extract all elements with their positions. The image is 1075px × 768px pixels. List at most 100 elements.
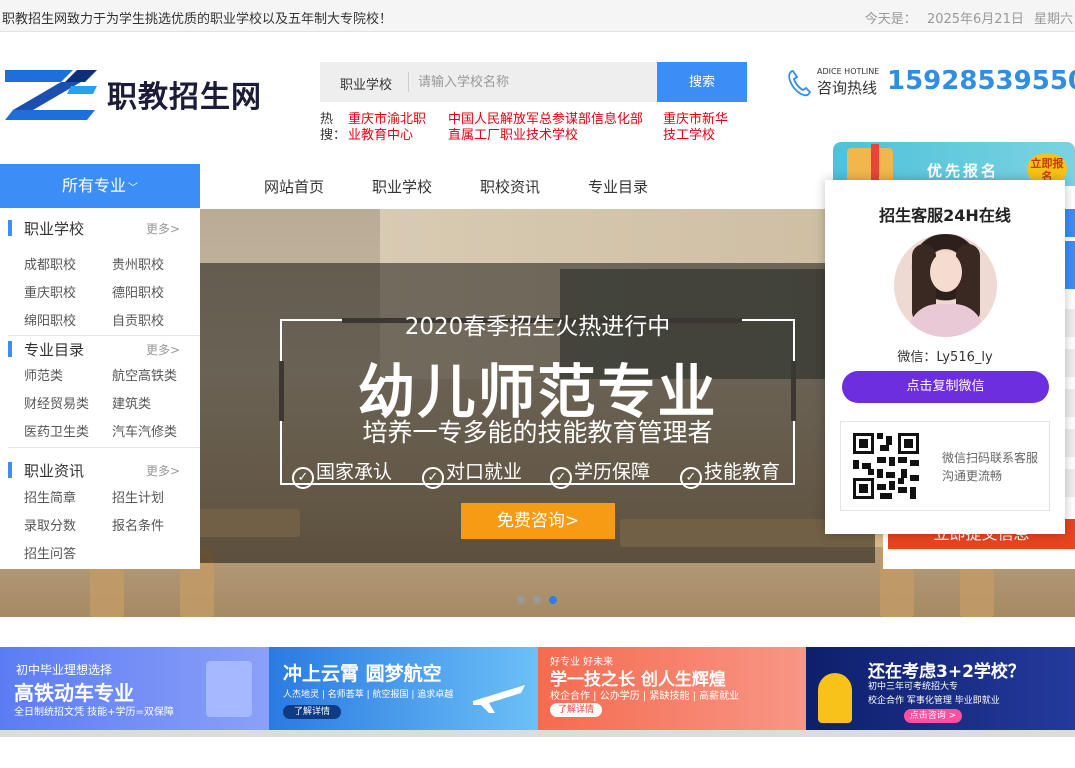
category-item[interactable]: 自贡职校 — [112, 310, 164, 329]
feature-item: ✓ 学历保障 — [550, 457, 650, 489]
hotline-number[interactable]: 15928539550 — [887, 66, 1075, 96]
nav-link-home[interactable]: 网站首页 — [264, 176, 324, 197]
carousel-dot-active[interactable] — [549, 596, 557, 604]
hot-search-link[interactable]: 重庆市渝北职业教育中心 — [348, 112, 436, 144]
category-title[interactable]: 职业学校 — [24, 218, 84, 239]
accent-bar — [8, 462, 12, 478]
all-categories-button[interactable]: 所有专业 ﹀ — [0, 164, 200, 208]
feature-item: ✓ 国家承认 — [292, 457, 392, 489]
airplane-icon — [473, 685, 525, 713]
category-item[interactable]: 财经贸易类 — [24, 393, 89, 412]
nav-link-schools[interactable]: 职业学校 — [372, 176, 432, 197]
nav-link-majors[interactable]: 专业目录 — [588, 176, 648, 197]
copy-wechat-button[interactable]: 点击复制微信 — [842, 371, 1049, 403]
divider — [8, 335, 200, 336]
more-link[interactable]: 更多> — [146, 220, 180, 237]
all-categories-label: 所有专业 — [61, 176, 126, 195]
hotline-label: 咨询热线 — [817, 79, 878, 97]
carousel-dot[interactable] — [533, 596, 541, 604]
feature-item: ✓ 技能教育 — [680, 457, 780, 489]
ad-line: 校企合作 军事化管理 毕业即就业 — [868, 696, 1000, 706]
category-item[interactable]: 航空高铁类 — [112, 365, 177, 384]
train-illustration-icon — [206, 661, 252, 717]
ad-banner-railway[interactable]: 初中毕业理想选择 高铁动车专业 全日制统招文凭 技能+学历=双保障 — [0, 647, 269, 730]
learn-more-button[interactable]: 了解详情 — [283, 705, 341, 719]
qr-box: 微信扫码联系客服沟通更流畅 — [840, 421, 1050, 511]
banner-text: 优先报名 — [927, 162, 1000, 180]
free-consult-button[interactable]: 免费咨询> — [461, 503, 615, 539]
category-item[interactable]: 德阳职校 — [112, 282, 164, 301]
consult-button[interactable]: 点击咨询 > — [904, 709, 962, 723]
site-slogan: 职教招生网致力于为学生挑选优质的职业学校以及五年制大专院校！ — [2, 12, 393, 27]
category-group-news: 职业资讯 更多> 招生简章 招生计划 录取分数 报名条件 招生问答 — [0, 460, 200, 568]
category-title[interactable]: 职业资讯 — [24, 460, 84, 481]
category-item[interactable]: 招生问答 — [24, 543, 76, 562]
weekday-value: 星期六 — [1033, 12, 1073, 27]
divider — [8, 447, 200, 448]
hero-overlay: 2020春季招生火热进行中 幼儿师范专业 培养一专多能的技能教育管理者 ✓ 国家承… — [200, 263, 875, 563]
ad-banner-skills[interactable]: 好专业 好未来 学一技之长 创人生辉煌 校企合作 | 公办学历 | 紧缺技能 |… — [538, 647, 806, 730]
qr-code-icon — [853, 433, 919, 499]
site-logo[interactable]: 职教招生网 — [3, 64, 273, 122]
ad-banner-3plus2[interactable]: 还在考虑3+2学校？ 初中三年可考统招大专 校企合作 军事化管理 毕业即就业 点… — [806, 647, 1075, 730]
carousel-dot[interactable] — [517, 596, 525, 604]
category-title[interactable]: 专业目录 — [24, 339, 84, 360]
nav-link-news[interactable]: 职校资讯 — [480, 176, 540, 197]
category-item[interactable]: 成都职校 — [24, 254, 76, 273]
hero-subtitle: 2020春季招生火热进行中 — [404, 314, 671, 340]
category-item[interactable]: 招生计划 — [112, 487, 164, 506]
date-display: 今天是： 2025年6月21日 星期六 — [865, 8, 1073, 27]
consult-hotline: ADICE HOTLINE 咨询热线 15928539550 — [786, 66, 1075, 100]
check-circle-icon: ✓ — [550, 467, 572, 489]
search-button[interactable]: 搜索 — [657, 62, 747, 102]
category-item[interactable]: 录取分数 — [24, 515, 76, 534]
check-circle-icon: ✓ — [292, 467, 314, 489]
hotline-en-label: ADICE HOTLINE — [817, 67, 880, 76]
date-label: 今天是： — [864, 12, 917, 27]
accent-bar — [8, 220, 12, 236]
qr-tip: 微信扫码联系客服沟通更流畅 — [942, 451, 1039, 483]
ad-line: 全日制统招文凭 技能+学历=双保障 — [14, 707, 174, 718]
learn-more-button[interactable]: 了解详情 — [550, 703, 602, 717]
hot-search-link[interactable]: 中国人民解放军总参谋部信息化部直属工厂职业技术学校 — [448, 112, 648, 144]
category-item[interactable]: 师范类 — [24, 365, 63, 384]
search-input[interactable] — [418, 67, 648, 97]
chevron-down-icon: ﹀ — [128, 183, 138, 194]
ad-banner-row: 初中毕业理想选择 高铁动车专业 全日制统招文凭 技能+学历=双保障 冲上云霄 圆… — [0, 647, 1075, 730]
category-item[interactable]: 重庆职校 — [24, 282, 76, 301]
category-item[interactable]: 汽车汽修类 — [112, 421, 177, 440]
ad-title: 冲上云霄 圆梦航空 — [283, 663, 442, 685]
category-group-header: 专业目录 更多> — [8, 339, 192, 359]
category-item[interactable]: 招生简章 — [24, 487, 76, 506]
hero-features: ✓ 国家承认 ✓ 对口就业 ✓ 学历保障 ✓ 技能教育 — [292, 457, 812, 489]
ad-banner-aviation[interactable]: 冲上云霄 圆梦航空 人杰地灵 | 名师荟萃 | 航空报国 | 追求卓越 了解详情 — [269, 647, 538, 730]
category-item[interactable]: 报名条件 — [112, 515, 164, 534]
ad-line: 初中三年可考统招大专 — [868, 682, 959, 692]
category-item[interactable]: 贵州职校 — [112, 254, 164, 273]
hot-search-link[interactable]: 重庆市新华技工学校 — [663, 112, 739, 144]
hot-search-label: 热搜： — [320, 112, 347, 143]
category-item[interactable]: 绵阳职校 — [24, 310, 76, 329]
popup-title: 招生客服24H在线 — [879, 206, 1011, 225]
category-item[interactable]: 医药卫生类 — [24, 421, 89, 440]
ad-line: 人杰地灵 | 名师荟萃 | 航空报国 | 追求卓越 — [283, 690, 454, 700]
ad-line: 校企合作 | 公办学历 | 紧缺技能 | 高薪就业 — [550, 691, 740, 702]
category-item[interactable]: 建筑类 — [112, 393, 151, 412]
logo-text: 职教招生网 — [107, 80, 262, 115]
phone-icon — [788, 70, 812, 97]
date-value: 2025年6月21日 — [926, 12, 1024, 27]
hot-search: 热搜： 重庆市渝北职业教育中心 中国人民解放军总参谋部信息化部直属工厂职业技术学… — [320, 111, 760, 147]
more-link[interactable]: 更多> — [146, 341, 180, 358]
category-group-header: 职业学校 更多> — [8, 218, 192, 238]
wechat-id: 微信：Ly516_ly — [897, 350, 993, 365]
category-group-schools: 职业学校 更多> 成都职校 贵州职校 重庆职校 德阳职校 绵阳职校 自贡职校 — [0, 218, 200, 336]
person-illustration-icon — [818, 673, 852, 723]
category-menu: 职业学校 更多> 成都职校 贵州职校 重庆职校 德阳职校 绵阳职校 自贡职校 专… — [0, 208, 200, 569]
hero-tagline: 培养一专多能的技能教育管理者 — [362, 418, 713, 447]
search-category-select[interactable]: 职业学校 — [340, 74, 392, 93]
logo-mark-icon — [5, 70, 97, 120]
customer-service-popup: 招生客服24H在线 微信：Ly516_ly 点击复制微信 微信扫码联系客服沟通更… — [825, 180, 1065, 534]
more-link[interactable]: 更多> — [146, 462, 180, 479]
category-group-majors: 专业目录 更多> 师范类 航空高铁类 财经贸易类 建筑类 医药卫生类 汽车汽修类 — [0, 339, 200, 449]
ad-line: 初中毕业理想选择 — [16, 663, 113, 677]
